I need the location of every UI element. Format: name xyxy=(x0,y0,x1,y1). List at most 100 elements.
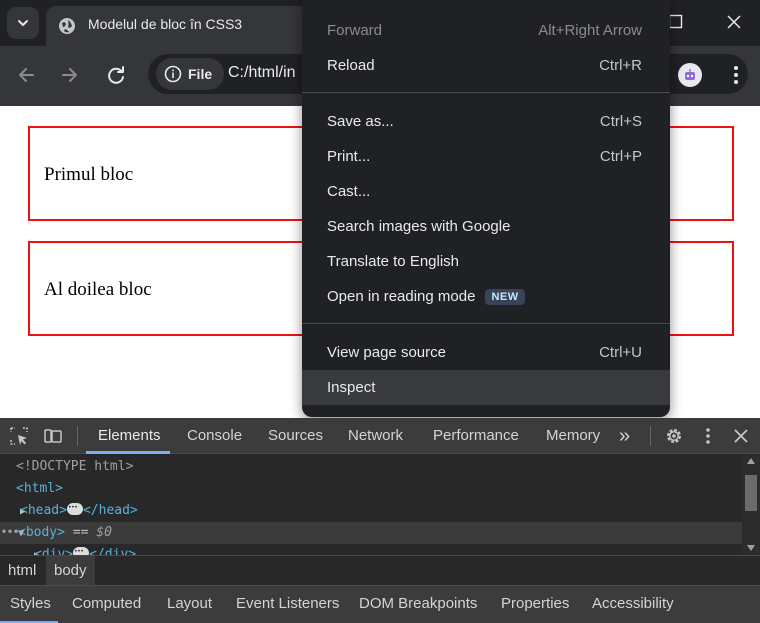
more-vertical-icon[interactable] xyxy=(698,426,718,446)
tab-search-button[interactable] xyxy=(7,7,39,39)
menu-item-inspect[interactable]: Inspect xyxy=(302,370,670,405)
select-element-icon[interactable] xyxy=(9,426,29,446)
dom-node-div[interactable]: ▶<div> </div> xyxy=(0,541,742,555)
html-tag: <html> xyxy=(16,481,63,496)
scroll-up-icon[interactable] xyxy=(747,458,755,464)
devtools-panel: Elements Console Sources Network Perform… xyxy=(0,418,760,623)
tab-memory[interactable]: Memory xyxy=(546,418,600,454)
menu-item-label: Search images with Google xyxy=(327,218,511,235)
subtab-event-listeners[interactable]: Event Listeners xyxy=(236,586,339,622)
tab-performance[interactable]: Performance xyxy=(433,418,519,454)
browser-tab[interactable]: Modelul de bloc în CSS3 xyxy=(46,6,316,46)
site-info-chip[interactable]: File xyxy=(156,58,225,90)
menu-item-label: Forward xyxy=(327,22,383,39)
file-label: File xyxy=(188,66,213,82)
styles-subtab-bar: Styles Computed Layout Event Listeners D… xyxy=(0,585,760,623)
close-window-icon[interactable] xyxy=(726,14,742,30)
tab-sources[interactable]: Sources xyxy=(268,418,323,454)
collapsed-content-icon[interactable] xyxy=(73,541,90,555)
dom-node-doctype[interactable]: <!DOCTYPE html> xyxy=(0,456,742,478)
head-open-tag: <head> xyxy=(20,503,67,518)
menu-item-translate[interactable]: Translate to English xyxy=(302,244,670,279)
tab-elements[interactable]: Elements xyxy=(98,418,161,454)
menu-item-label: Cast... xyxy=(327,183,371,200)
extension-icon[interactable] xyxy=(678,63,702,87)
tab-network[interactable]: Network xyxy=(348,418,403,454)
body-tag: <body> xyxy=(18,525,65,540)
menu-item-print[interactable]: Print... Ctrl+P xyxy=(302,139,670,174)
globe-icon xyxy=(59,18,75,34)
devtools-tab-bar: Elements Console Sources Network Perform… xyxy=(0,418,760,454)
device-toolbar-icon[interactable] xyxy=(43,426,63,446)
chevron-down-icon xyxy=(18,20,28,26)
menu-item-reading-mode[interactable]: Open in reading mode NEW xyxy=(302,279,670,314)
subtab-layout[interactable]: Layout xyxy=(167,586,212,622)
menu-item-shortcut: Ctrl+R xyxy=(599,57,642,74)
tab-title: Modelul de bloc în CSS3 xyxy=(88,16,243,32)
new-badge: NEW xyxy=(485,288,525,305)
more-vertical-icon[interactable] xyxy=(726,63,746,87)
robot-icon xyxy=(685,69,695,80)
scroll-down-icon[interactable] xyxy=(747,545,755,551)
dom-node-head[interactable]: ▶<head> </head> xyxy=(0,497,742,523)
menu-item-search-images[interactable]: Search images with Google xyxy=(302,209,670,244)
gear-icon[interactable] xyxy=(664,426,684,446)
reload-icon[interactable] xyxy=(105,64,127,86)
subtab-dom-breakpoints[interactable]: DOM Breakpoints xyxy=(359,586,477,622)
menu-item-label: Open in reading mode xyxy=(327,288,476,305)
collapsed-content-icon[interactable] xyxy=(66,497,83,519)
menu-item-cast[interactable]: Cast... xyxy=(302,174,670,209)
breadcrumb-html[interactable]: html xyxy=(0,556,44,585)
tab-console[interactable]: Console xyxy=(187,418,242,454)
dom-node-html[interactable]: <html> xyxy=(0,478,742,500)
menu-item-label-wrap: Open in reading mode NEW xyxy=(327,288,525,305)
menu-item-shortcut: Ctrl+U xyxy=(599,344,642,361)
node-actions-icon[interactable]: ••• xyxy=(1,522,19,544)
menu-item-save-as[interactable]: Save as... Ctrl+S xyxy=(302,104,670,139)
menu-item-label: Save as... xyxy=(327,113,394,130)
subtab-styles[interactable]: Styles xyxy=(10,586,51,622)
doctype-text: <!DOCTYPE html> xyxy=(16,459,134,474)
menu-separator xyxy=(302,92,670,93)
menu-item-label: View page source xyxy=(327,344,446,361)
back-arrow-icon[interactable] xyxy=(15,64,37,86)
menu-item-view-source[interactable]: View page source Ctrl+U xyxy=(302,335,670,370)
menu-item-label: Inspect xyxy=(327,379,376,396)
menu-item-reload[interactable]: Reload Ctrl+R xyxy=(302,48,670,83)
more-tabs-icon[interactable]: » xyxy=(619,418,630,454)
block-text-1: Primul bloc xyxy=(44,164,134,185)
menu-item-shortcut: Ctrl+P xyxy=(599,148,642,165)
scroll-thumb[interactable] xyxy=(745,475,757,511)
toolbar-divider xyxy=(77,426,78,446)
breadcrumb-body[interactable]: body xyxy=(46,556,95,585)
context-menu: Forward Alt+Right Arrow Reload Ctrl+R Sa… xyxy=(302,0,670,417)
subtab-properties[interactable]: Properties xyxy=(501,586,569,622)
expand-triangle-icon[interactable]: ▶ xyxy=(0,545,40,555)
menu-item-label: Print... xyxy=(327,148,371,165)
url-text: C:/html/in xyxy=(228,64,296,81)
selected-equals: == xyxy=(72,525,89,540)
head-close-tag: </head> xyxy=(82,503,138,518)
div-close-tag: </div> xyxy=(89,547,137,555)
dom-scrollbar[interactable] xyxy=(742,455,760,555)
menu-item-shortcut: Alt+Right Arrow xyxy=(538,22,642,39)
subtab-computed[interactable]: Computed xyxy=(72,586,141,622)
active-tab-indicator xyxy=(86,451,170,454)
forward-arrow-icon[interactable] xyxy=(59,64,81,86)
menu-separator xyxy=(302,323,670,324)
info-icon xyxy=(164,65,182,83)
menu-item-forward[interactable]: Forward Alt+Right Arrow xyxy=(302,13,670,48)
menu-item-shortcut: Ctrl+S xyxy=(599,113,642,130)
close-devtools-icon[interactable] xyxy=(731,426,751,446)
div-open-tag: <div> xyxy=(34,547,74,555)
toolbar-divider xyxy=(650,426,651,446)
maximize-icon[interactable] xyxy=(668,14,683,29)
selected-var: $0 xyxy=(96,525,112,540)
subtab-accessibility[interactable]: Accessibility xyxy=(592,586,674,622)
menu-item-label: Reload xyxy=(327,57,375,74)
breadcrumb: html body xyxy=(0,555,760,585)
menu-item-label: Translate to English xyxy=(327,253,460,270)
expand-triangle-icon[interactable]: ▶ xyxy=(0,501,26,523)
dom-node-body[interactable]: ••• ▼<body> == $0 xyxy=(0,522,742,544)
block-text-2: Al doilea bloc xyxy=(44,279,152,300)
